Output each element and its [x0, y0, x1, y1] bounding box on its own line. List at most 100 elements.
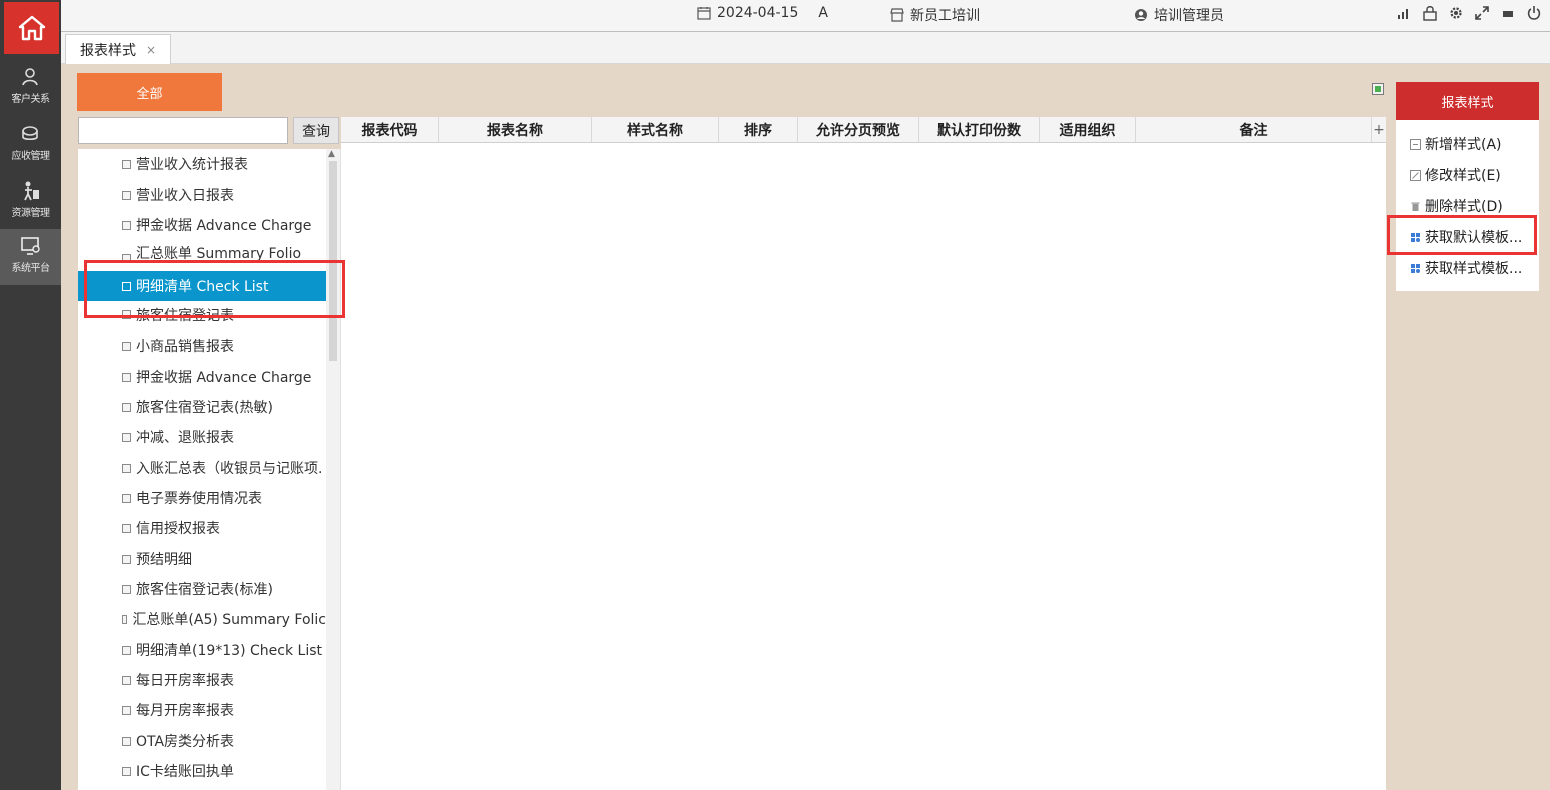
search-input[interactable] — [78, 117, 288, 144]
tree-item-label: 明细清单(19*13) Check List — [136, 643, 322, 659]
column-header[interactable]: 样式名称 — [592, 117, 719, 142]
export-icon[interactable] — [1372, 83, 1384, 95]
tree-item[interactable]: IC卡结账回执单 — [78, 756, 326, 786]
report-icon — [122, 736, 131, 746]
nav-item-receivables[interactable]: 应收管理 — [0, 117, 61, 173]
table-header: 报表代码 报表名称 样式名称 排序 允许分页预览 默认打印份数 适用组织 备注 … — [341, 117, 1386, 143]
tabs-bar: 报表样式 × — [61, 32, 1550, 64]
tree-item-label: 每日开房率报表 — [136, 673, 234, 689]
report-tree: 营业收入统计报表 营业收入日报表 押金收据 Advance Charge 汇总账… — [78, 149, 341, 790]
tree-item[interactable]: 汇总账单 Summary Folio — [78, 241, 326, 263]
tree-item-label: 预结明细 — [136, 552, 192, 568]
tree-item[interactable]: 押金收据 Advance Charge — [78, 362, 326, 392]
delete-style-label: 删除样式(D) — [1425, 199, 1503, 215]
current-user[interactable]: 培训管理员 — [1134, 5, 1224, 25]
hotel-name[interactable]: 新员工培训 — [890, 5, 980, 25]
report-icon — [122, 341, 131, 351]
nav-item-customer-relations[interactable]: 客户关系 — [0, 60, 61, 116]
column-header[interactable]: 排序 — [719, 117, 798, 142]
report-icon — [122, 310, 131, 319]
tree-item[interactable]: 冲减、退账报表 — [78, 422, 326, 452]
tree-item[interactable]: 每月开房率报表 — [78, 695, 326, 725]
home-button[interactable] — [4, 2, 59, 54]
query-button[interactable]: 查询 — [293, 117, 339, 144]
column-chooser-icon[interactable]: + — [1372, 117, 1386, 142]
tree-item-label: 小商品销售报表 — [136, 339, 234, 355]
system-settings-icon — [20, 237, 40, 255]
tree-item-label: 旅客住宿登记表(标准) — [136, 582, 273, 598]
tree-item[interactable]: OTA房类分析表 — [78, 726, 326, 756]
signal-icon[interactable] — [1396, 5, 1412, 21]
report-icon — [122, 220, 131, 230]
tree-item[interactable]: 入账汇总表（收银员与记账项. — [78, 453, 326, 483]
tree-item-label: OTA房类分析表 — [136, 734, 235, 750]
tree-item-label: 旅客住宿登记表(热敏) — [136, 400, 273, 416]
get-default-template-label: 获取默认模板... — [1425, 230, 1523, 246]
delete-style-button[interactable]: 删除样式(D) — [1410, 194, 1503, 218]
edit-style-button[interactable]: 修改样式(E) — [1410, 163, 1501, 187]
tree-item-label: 信用授权报表 — [136, 521, 220, 537]
lock-icon[interactable] — [1422, 5, 1438, 21]
all-button[interactable]: 全部 — [77, 73, 222, 111]
power-icon[interactable] — [1526, 5, 1542, 21]
column-header[interactable]: 允许分页预览 — [798, 117, 919, 142]
template-icon — [1410, 263, 1421, 274]
content-area: 全部 查询 营业收入统计报表 营业收入日报表 押金收据 Advance Char… — [61, 64, 1550, 790]
report-icon — [122, 614, 128, 624]
tree-item[interactable]: 押金收据 Advance Charge — [78, 210, 326, 240]
report-icon — [122, 432, 131, 442]
trash-icon — [1410, 201, 1421, 212]
top-bar: 2024-04-15 A 新员工培训 培训管理员 — [61, 0, 1550, 32]
nav-item-system-platform[interactable]: 系统平台 — [0, 229, 61, 285]
tree-item[interactable]: 旅客住宿登记表(热敏) — [78, 392, 326, 422]
shift-text: A — [818, 5, 828, 21]
tree-item-label: 营业收入日报表 — [136, 188, 234, 204]
nav-item-label: 应收管理 — [11, 151, 51, 162]
minimize-icon[interactable] — [1500, 5, 1516, 21]
nav-item-resources[interactable]: 资源管理 — [0, 174, 61, 230]
tree-item-label: 入账汇总表（收银员与记账项. — [136, 461, 323, 477]
tab-report-style[interactable]: 报表样式 × — [65, 34, 172, 64]
tree-item[interactable]: 小商品销售报表 — [78, 331, 326, 361]
edit-icon — [1410, 169, 1421, 181]
tree-item[interactable]: 每日开房率报表 — [78, 665, 326, 695]
report-style-table: 报表代码 报表名称 样式名称 排序 允许分页预览 默认打印份数 适用组织 备注 … — [341, 117, 1386, 790]
report-icon — [122, 463, 131, 473]
gear-icon[interactable] — [1448, 5, 1464, 21]
scroll-up-icon[interactable]: ▲ — [328, 149, 335, 159]
tree-item[interactable]: 营业收入日报表 — [78, 180, 326, 210]
column-header[interactable]: 默认打印份数 — [919, 117, 1040, 142]
tree-item-label: 每月开房率报表 — [136, 703, 234, 719]
tree-item[interactable]: 汇总账单(A5) Summary Folic — [78, 604, 326, 634]
tree-item[interactable]: 信用授权报表 — [78, 513, 326, 543]
fullscreen-icon[interactable] — [1474, 5, 1490, 21]
get-style-template-button[interactable]: 获取样式模板... — [1410, 256, 1522, 280]
tree-item[interactable]: 旅客住宿登记表(标准) — [78, 574, 326, 604]
column-header[interactable]: 备注 — [1136, 117, 1372, 142]
column-header[interactable]: 报表代码 — [341, 117, 439, 142]
get-default-template-button[interactable]: 获取默认模板... — [1410, 225, 1522, 249]
tree-item[interactable]: 电子票券使用情况表 — [78, 483, 326, 513]
panel-title: 报表样式 — [1396, 82, 1539, 120]
tree-item[interactable]: 营业收入统计报表 — [78, 149, 326, 179]
tree-item-label: 营业收入统计报表 — [136, 157, 248, 173]
scrollbar-thumb[interactable] — [329, 161, 337, 361]
tree-item[interactable]: 明细清单(19*13) Check List — [78, 635, 326, 665]
home-icon — [18, 15, 45, 41]
add-style-button[interactable]: 新增样式(A) — [1410, 132, 1502, 156]
tree-scrollbar[interactable]: ▲ — [326, 149, 340, 790]
tree-item[interactable]: 预结明细 — [78, 544, 326, 574]
resource-icon — [23, 181, 39, 201]
store-icon — [890, 8, 904, 22]
edit-style-label: 修改样式(E) — [1425, 168, 1501, 184]
calendar-icon — [697, 7, 711, 20]
tree-item-label: 押金收据 Advance Charge — [136, 370, 312, 386]
add-icon — [1410, 138, 1421, 150]
tree-item[interactable]: 旅客住宿登记表 — [78, 305, 326, 327]
tree-item-selected[interactable]: 明细清单 Check List — [78, 271, 326, 301]
tree-item-label: 押金收据 Advance Charge — [136, 218, 312, 234]
report-icon — [122, 675, 131, 685]
column-header[interactable]: 报表名称 — [439, 117, 592, 142]
column-header[interactable]: 适用组织 — [1040, 117, 1136, 142]
close-icon[interactable]: × — [146, 43, 156, 57]
